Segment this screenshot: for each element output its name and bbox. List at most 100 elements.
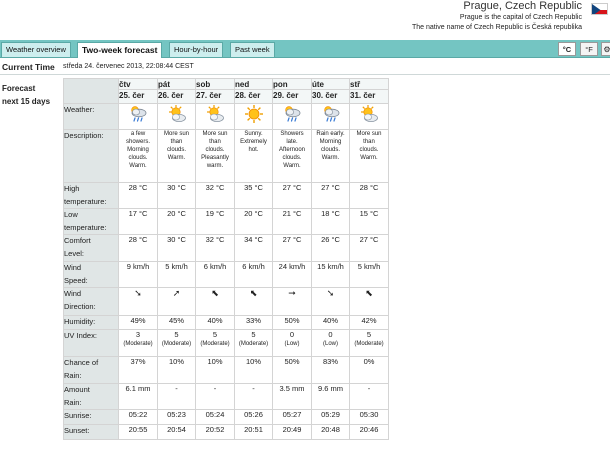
tab-weather-overview[interactable]: Weather overview: [1, 42, 71, 57]
description-line: Warm.: [321, 155, 340, 161]
location-header: Prague, Czech Republic Prague is the cap…: [0, 0, 610, 40]
weather-cell: [234, 103, 273, 130]
weather-row: Weather:: [63, 103, 389, 130]
low-temp-cell: 20 °C: [157, 208, 196, 235]
day-date: 28. čer: [235, 91, 261, 100]
header-spacer: [63, 78, 119, 104]
description-line: Morning: [127, 147, 149, 153]
humidity-cell: 33%: [234, 315, 273, 330]
description-line: Warm.: [360, 155, 378, 161]
comfort-cell: 26 °C: [311, 234, 350, 262]
wind-arrow-icon: ➚: [172, 288, 181, 298]
uv-value: 5: [251, 330, 256, 339]
humidity-label: Humidity:: [63, 315, 119, 330]
description-line: Warm.: [129, 163, 147, 169]
description-cell: Rain early. Morning clouds. Warm.: [311, 129, 350, 183]
wind-speed-cell: 15 km/h: [311, 261, 350, 288]
high-temp-label-line2: temperature:: [64, 196, 107, 206]
current-time-value: středa 24. červenec 2013, 22:08:44 CEST: [63, 63, 194, 70]
comfort-label: Comfort Level:: [63, 234, 119, 262]
celsius-button[interactable]: °C: [558, 42, 576, 56]
wind-direction-cell: ⬉: [234, 287, 273, 316]
uv-value: 5: [174, 330, 179, 339]
wind-arrow-icon: ⬉: [211, 288, 219, 298]
rain-chance-cell: 83%: [311, 356, 350, 384]
cloud-rain-icon: [282, 106, 302, 128]
description-line: than: [170, 139, 183, 145]
description-line: warm.: [206, 163, 224, 169]
uv-value: 5: [212, 330, 218, 339]
day-date: 26. čer: [158, 91, 184, 100]
sunrise-cell: 05:24: [195, 409, 235, 425]
wind-speed-cell: 6 km/h: [234, 261, 273, 288]
uv-category: (Low): [284, 341, 300, 347]
sun-cloud-icon: [167, 105, 187, 128]
fahrenheit-button[interactable]: °F: [580, 42, 598, 56]
description-line: Warm.: [167, 155, 186, 161]
tab-two-week-forecast[interactable]: Two-week forecast: [77, 42, 163, 58]
czech-flag-icon: [591, 3, 608, 15]
sunset-cell: 20:51: [234, 424, 273, 440]
wind-direction-cell: ⬉: [195, 287, 235, 316]
weather-cell: [349, 103, 389, 130]
wind-arrow-icon: ➞: [288, 288, 296, 298]
rain-chance-cell: 10%: [234, 356, 273, 384]
rain-chance-cell: 37%: [118, 356, 158, 384]
uv-category: (Moderate): [200, 341, 230, 347]
description-line: showers.: [125, 139, 150, 145]
description-cell: a few showers. Morning clouds. Warm.: [118, 129, 158, 183]
location-block: Prague, Czech Republic Prague is the cap…: [412, 0, 582, 33]
wind-speed-label-line1: Wind: [64, 263, 82, 272]
day-header: stř 31. čer: [349, 78, 389, 104]
rain-chance-label-line2: Rain:: [64, 370, 82, 380]
uv-label: UV Index:: [63, 329, 119, 357]
description-line: Sunny.: [244, 131, 263, 137]
wind-speed-cell: 24 km/h: [272, 261, 312, 288]
high-temp-cell: 35 °C: [234, 182, 273, 209]
weather-label: Weather:: [63, 103, 119, 130]
uv-cell: 5 (Moderate): [349, 329, 389, 357]
tab-past-week[interactable]: Past week: [230, 42, 275, 57]
rain-chance-row: Chance of Rain: 37% 10% 10% 10% 50% 83% 0%: [63, 356, 389, 384]
low-temp-row: Low temperature: 17 °C 20 °C 19 °C 20 °C 21 °…: [63, 208, 389, 235]
uv-cell: 5 (Moderate): [234, 329, 273, 357]
high-temp-cell: 28 °C: [349, 182, 389, 209]
description-line: clouds.: [359, 147, 379, 153]
description-line: Morning: [319, 139, 342, 145]
comfort-label-line1: Comfort: [64, 236, 91, 245]
uv-category: (Moderate): [123, 341, 153, 347]
description-cell: More sun than clouds. Pleasantly warm.: [195, 129, 235, 183]
description-line: clouds.: [282, 155, 302, 161]
cloud-rain-icon: [321, 106, 341, 128]
description-line: than: [209, 139, 221, 145]
sunrise-cell: 05:30: [349, 409, 389, 425]
humidity-cell: 40%: [195, 315, 235, 330]
uv-category: (Moderate): [161, 341, 192, 347]
rain-chance-label: Chance of Rain:: [63, 356, 119, 384]
day-name: pát: [158, 79, 195, 90]
comfort-label-line2: Level:: [64, 248, 85, 258]
wind-arrow-icon: ➘: [326, 288, 335, 298]
sunrise-cell: 05:22: [118, 409, 158, 425]
description-line: a few: [130, 131, 146, 137]
gear-icon[interactable]: ⚙: [601, 42, 610, 56]
wind-speed-cell: 5 km/h: [349, 261, 389, 288]
sunrise-cell: 05:23: [157, 409, 196, 425]
capital-info: Prague is the capital of Czech Republic: [459, 14, 582, 21]
description-line: than: [363, 139, 375, 145]
rain-amount-cell: 6.1 mm: [118, 383, 158, 410]
description-line: More sun: [163, 131, 189, 137]
wind-arrow-icon: ➘: [134, 288, 142, 298]
tab-hour-by-hour[interactable]: Hour-by-hour: [169, 42, 224, 57]
day-name: ned: [235, 79, 272, 90]
day-header: ned 28. čer: [234, 78, 273, 104]
forecast-label-line2: next 15 days: [2, 97, 51, 106]
description-cell: More sun than clouds. Warm.: [349, 129, 389, 183]
uv-cell: 0 (Low): [272, 329, 312, 357]
sunrise-cell: 05:27: [272, 409, 312, 425]
low-temp-cell: 20 °C: [234, 208, 273, 235]
low-temp-cell: 19 °C: [195, 208, 235, 235]
wind-direction-cell: ➘: [311, 287, 350, 316]
comfort-cell: 34 °C: [234, 234, 273, 262]
forecast-table: čtv 25. čer pát 26. čer sob 27. čer ned 28. čer…: [63, 78, 389, 440]
